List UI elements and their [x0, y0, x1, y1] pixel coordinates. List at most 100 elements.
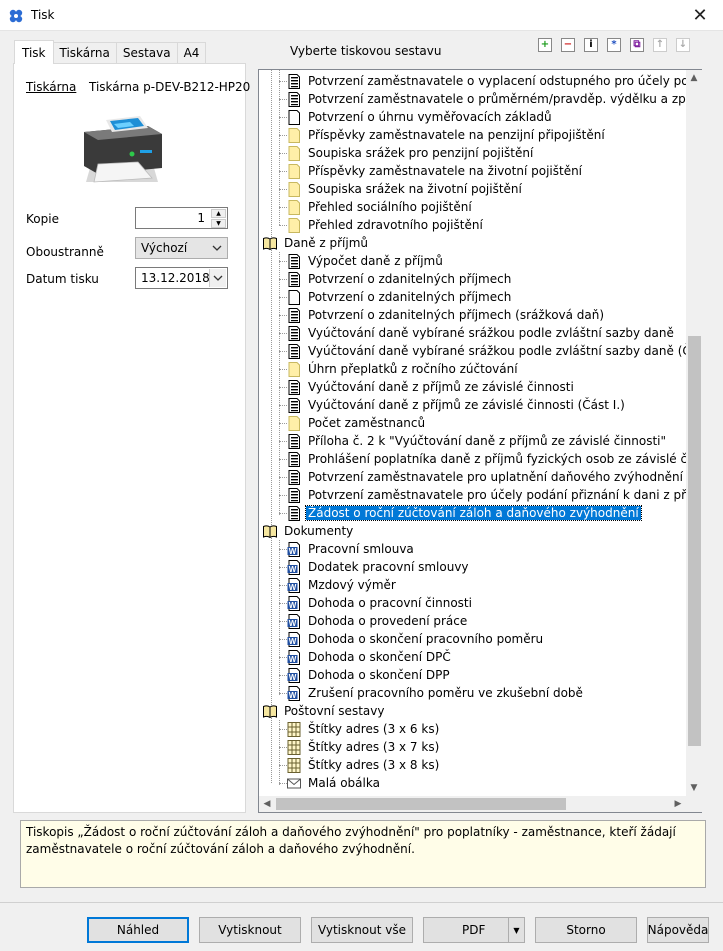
svg-text:W: W: [289, 655, 297, 664]
tree-item[interactable]: Úhrn přeplatků z ročního zúčtování: [287, 360, 520, 378]
scroll-down-icon[interactable]: ▼: [686, 780, 702, 796]
print-button[interactable]: Vytisknout: [199, 917, 301, 943]
tree-item[interactable]: Potvrzení o zdanitelných příjmech: [287, 288, 513, 306]
doc-blank-icon: [288, 289, 300, 305]
asterisk-button[interactable]: *: [607, 38, 621, 52]
increment-button[interactable]: ▲: [211, 209, 226, 218]
button-divider: [0, 902, 723, 903]
tree-item[interactable]: Potvrzení o zdanitelných příjmech: [287, 270, 513, 288]
add-button[interactable]: +: [538, 38, 552, 52]
doc-lines-icon: [288, 343, 300, 359]
tree-item-label: Výpočet daně z příjmů: [308, 254, 443, 268]
tree-line: [279, 252, 280, 515]
doc-yellow-icon: [288, 127, 300, 143]
title-bar[interactable]: Tisk ✕: [0, 0, 723, 31]
tree-item[interactable]: Příloha č. 2 k "Vyúčtování daně z příjmů…: [287, 432, 668, 450]
doc-lines-icon: [288, 505, 300, 521]
tree-item-label: Příloha č. 2 k "Vyúčtování daně z příjmů…: [308, 434, 667, 448]
tree-item-label: Příspěvky zaměstnavatele na životní poji…: [308, 164, 583, 178]
tab-3[interactable]: A4: [176, 42, 207, 63]
tree-item[interactable]: W Zrušení pracovního poměru ve zkušební d…: [287, 684, 585, 702]
tree-item-label: Přehled zdravotního pojištění: [308, 218, 483, 232]
printer-link[interactable]: Tiskárna: [26, 80, 76, 94]
tree-item[interactable]: Výpočet daně z příjmů: [287, 252, 445, 270]
tree-group[interactable]: Dokumenty: [263, 522, 355, 540]
tree-item[interactable]: Potvrzení zaměstnavatele o průměrném/pra…: [287, 90, 701, 108]
tree-item[interactable]: Potvrzení o zdanitelných příjmech (srážk…: [287, 306, 606, 324]
report-tree[interactable]: Potvrzení zaměstnavatele o vyplacení ods…: [258, 69, 702, 813]
tree-item[interactable]: Příspěvky zaměstnavatele na penzijní při…: [287, 126, 607, 144]
tree-item-label: Dokumenty: [284, 524, 354, 538]
move-down-button[interactable]: ↓: [676, 38, 690, 52]
tree-item[interactable]: W Dohoda o skončení pracovního poměru: [287, 630, 545, 648]
doc-lines-icon: [288, 451, 300, 467]
help-button[interactable]: Nápověda: [647, 917, 709, 943]
move-up-button[interactable]: ↑: [653, 38, 667, 52]
tree-item[interactable]: Potvrzení zaměstnavatele pro účely podán…: [287, 486, 701, 504]
tree-line: [279, 783, 287, 784]
info-button[interactable]: i: [584, 38, 598, 52]
tree-item[interactable]: W Dohoda o skončení DPP: [287, 666, 452, 684]
tree-item[interactable]: Potvrzení o úhrnu vyměřovacích základů: [287, 108, 554, 126]
tree-item[interactable]: Malá obálka: [287, 774, 382, 792]
doc-lines-icon: [288, 379, 300, 395]
tree-item-label: Dohoda o skončení DPČ: [308, 650, 451, 664]
tree-item[interactable]: Potvrzení zaměstnavatele pro uplatnění d…: [287, 468, 685, 486]
chevron-down-icon: [213, 275, 223, 281]
tree-item[interactable]: W Dodatek pracovní smlouvy: [287, 558, 471, 576]
tree-item[interactable]: Přehled sociálního pojištění: [287, 198, 474, 216]
tree-line: [279, 747, 287, 748]
preview-button[interactable]: Náhled: [87, 917, 189, 943]
tree-item[interactable]: Soupiska srážek na životní pojištění: [287, 180, 524, 198]
vertical-scroll-thumb[interactable]: [688, 336, 701, 746]
tree-item[interactable]: W Dohoda o provedení práce: [287, 612, 469, 630]
svg-text:W: W: [289, 691, 297, 700]
copy-button[interactable]: ⧉: [630, 38, 644, 52]
tree-group[interactable]: Daně z příjmů: [263, 234, 370, 252]
tree-item[interactable]: Žádost o roční zúčtování záloh a daňovéh…: [287, 504, 642, 522]
copies-stepper[interactable]: 1 ▲ ▼: [135, 207, 228, 229]
doc-lines-icon: [288, 487, 300, 503]
decrement-button[interactable]: ▼: [211, 219, 226, 228]
tree-item[interactable]: Přehled zdravotního pojištění: [287, 216, 485, 234]
scroll-left-icon[interactable]: ◀: [259, 796, 275, 812]
date-dropdown-button[interactable]: [209, 269, 226, 287]
tree-group[interactable]: Poštovní sestavy: [263, 702, 386, 720]
cancel-button[interactable]: Storno: [535, 917, 637, 943]
remove-button[interactable]: −: [561, 38, 575, 52]
tree-item[interactable]: Příspěvky zaměstnavatele na životní poji…: [287, 162, 584, 180]
tree-item[interactable]: Potvrzení zaměstnavatele o vyplacení ods…: [287, 72, 701, 90]
date-picker[interactable]: 13.12.2018: [135, 267, 228, 289]
tree-item[interactable]: W Pracovní smlouva: [287, 540, 416, 558]
tree-item[interactable]: Štítky adres (3 x 7 ks): [287, 738, 441, 756]
close-button[interactable]: ✕: [677, 0, 723, 30]
tree-item[interactable]: Štítky adres (3 x 6 ks): [287, 720, 441, 738]
tree-item[interactable]: Vyúčtování daně vybírané srážkou podle z…: [287, 342, 701, 360]
scroll-right-icon[interactable]: ▶: [670, 796, 686, 812]
tree-item[interactable]: Soupiska srážek pro penzijní pojištění: [287, 144, 535, 162]
horizontal-scroll-thumb[interactable]: [276, 798, 566, 810]
tab-0[interactable]: Tisk: [14, 40, 54, 64]
tree-item[interactable]: W Dohoda o pracovní činnosti: [287, 594, 474, 612]
tab-2[interactable]: Sestava: [115, 42, 178, 63]
tree-item[interactable]: Vyúčtování daně z příjmů ze závislé činn…: [287, 396, 627, 414]
tree-item-label: Dohoda o skončení DPP: [308, 668, 450, 682]
tab-1[interactable]: Tiskárna: [52, 42, 117, 63]
tree-item[interactable]: Prohlášení poplatníka daně z příjmů fyzi…: [287, 450, 701, 468]
tree-line: [279, 567, 287, 568]
tree-item[interactable]: Vyúčtování daně vybírané srážkou podle z…: [287, 324, 676, 342]
pdf-button[interactable]: PDF ▼: [423, 917, 525, 943]
tree-item[interactable]: Počet zaměstnanců: [287, 414, 427, 432]
scroll-up-icon[interactable]: ▲: [686, 70, 702, 86]
print-all-button[interactable]: Vytisknout vše: [311, 917, 413, 943]
tree-item[interactable]: W Mzdový výměr: [287, 576, 398, 594]
tree-item-label: Štítky adres (3 x 7 ks): [308, 740, 440, 754]
tree-item[interactable]: Vyúčtování daně z příjmů ze závislé činn…: [287, 378, 576, 396]
asterisk-icon: *: [611, 39, 617, 50]
tree-item[interactable]: W Dohoda o skončení DPČ: [287, 648, 453, 666]
pdf-dropdown-icon[interactable]: ▼: [508, 918, 524, 942]
copy-icon: ⧉: [633, 39, 641, 50]
duplex-select[interactable]: Výchozí: [135, 237, 228, 259]
tree-item[interactable]: Štítky adres (3 x 8 ks): [287, 756, 441, 774]
tree-item-label: Mzdový výměr: [308, 578, 396, 592]
